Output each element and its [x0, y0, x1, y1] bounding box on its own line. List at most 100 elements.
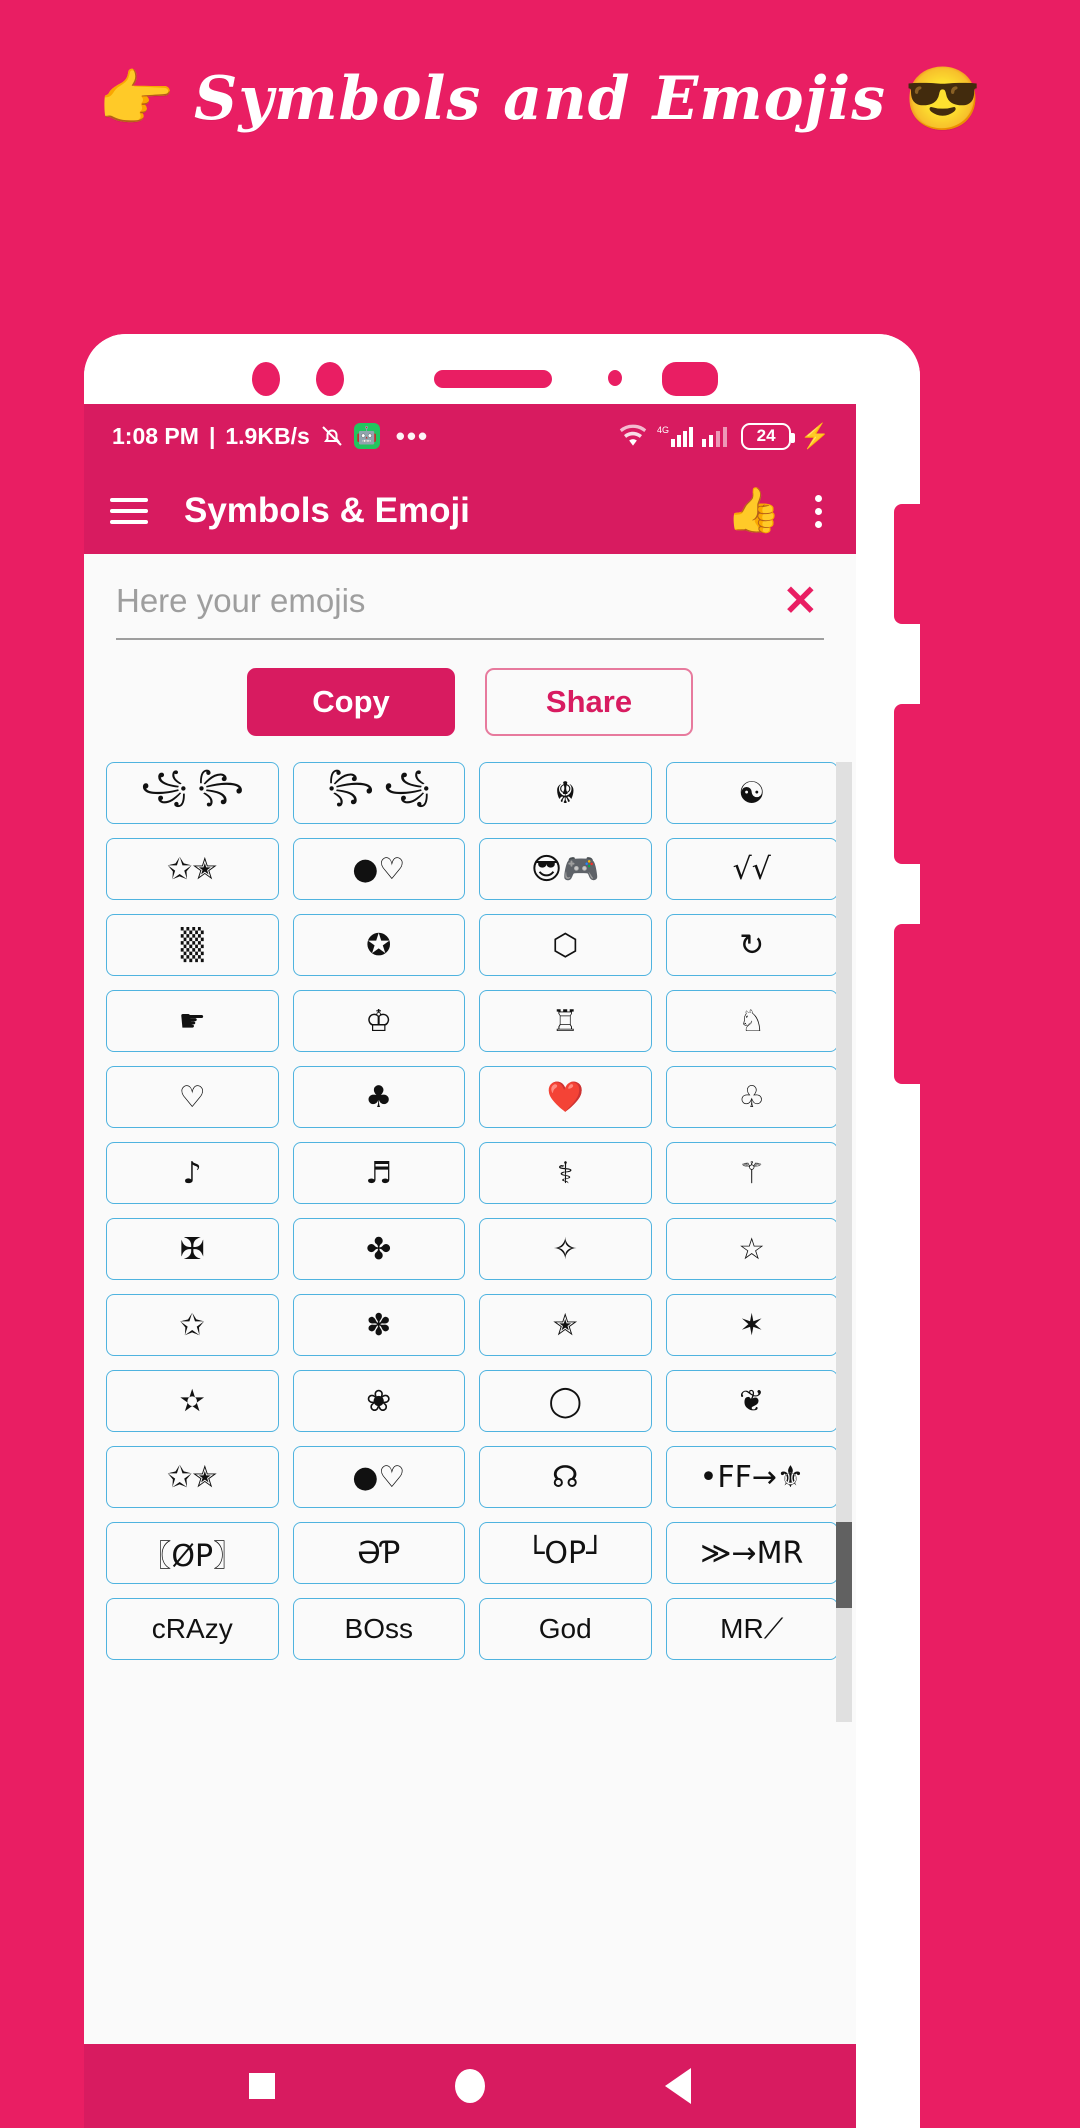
symbol-cell[interactable]: ▒ [106, 914, 279, 976]
symbol-cell[interactable]: ✧ [479, 1218, 652, 1280]
android-icon: 🤖 [353, 423, 380, 449]
promo-title-text: Symbols and Emojis [194, 64, 886, 134]
android-nav-bar [84, 2044, 856, 2128]
symbol-cell[interactable]: ♬ [292, 1142, 465, 1204]
symbol-cell[interactable]: ❀ [292, 1370, 465, 1432]
symbol-cell[interactable]: ≫→MR [665, 1522, 838, 1584]
symbol-cell[interactable]: •FF→⚜ [665, 1446, 838, 1508]
symbol-cell[interactable]: 〖ØP〗 [106, 1522, 279, 1584]
phone-mockup: 1:08 PM | 1.9KB/s 🤖 ••• 4G 24 ⚡ Symbols … [84, 334, 920, 2128]
action-buttons: Copy Share [84, 640, 856, 762]
side-button-notch-2 [894, 704, 920, 864]
app-bar: Symbols & Emoji 👍 [84, 468, 856, 554]
symbol-cell[interactable]: ♖ [479, 990, 652, 1052]
symbol-cell[interactable]: ✽ [292, 1294, 465, 1356]
battery-indicator: 24 [741, 422, 796, 450]
symbol-cell[interactable]: ↻ [665, 914, 838, 976]
symbol-cell[interactable]: ✫ [106, 1370, 279, 1432]
svg-text:4G: 4G [657, 425, 669, 435]
symbol-cell[interactable]: ✩✭ [106, 838, 279, 900]
symbol-cell[interactable]: BOss [292, 1598, 465, 1660]
promo-title: 👉 Symbols and Emojis 😎 [98, 62, 982, 136]
status-bar: 1:08 PM | 1.9KB/s 🤖 ••• 4G 24 ⚡ [84, 404, 856, 468]
symbol-cell[interactable]: God [479, 1598, 652, 1660]
symbol-cell[interactable]: ✪ [292, 914, 465, 976]
symbol-cell[interactable]: ✶ [665, 1294, 838, 1356]
symbol-cell[interactable]: ☆ [665, 1218, 838, 1280]
charging-icon: ⚡ [800, 422, 830, 450]
symbol-cell[interactable]: ●♡ [292, 1446, 465, 1508]
promo-banner: 👉 Symbols and Emojis 😎 [0, 0, 1080, 330]
symbol-cell[interactable]: ♣ [292, 1066, 465, 1128]
clear-icon[interactable]: ✕ [777, 580, 824, 622]
symbol-cell[interactable]: ƏƤ [292, 1522, 465, 1584]
signal-bars-icon [702, 423, 732, 449]
earpiece-speaker-icon [434, 370, 552, 388]
sunglasses-face-icon: 😎 [903, 62, 983, 135]
copy-button[interactable]: Copy [247, 668, 455, 736]
symbol-grid-container: ꧁ ꧂ ꧂ ꧁ ☬ ☯ ✩✭ ●♡ 😎🎮 √√ ▒ ✪ ⬡ ↻ ☛ ♔ ♖ ♘ ♡ ♣ ❤️ ♧ ♪ ♬ ⚕ ⚚ ✠ ✤ ✧ ☆ ✩ ✽ ✭… [84, 762, 856, 1722]
phone-right-body [856, 404, 920, 2128]
symbol-cell[interactable]: ☛ [106, 990, 279, 1052]
share-button[interactable]: Share [485, 668, 693, 736]
symbol-cell[interactable]: ꧂ ꧁ [292, 762, 465, 824]
symbol-cell[interactable]: ♘ [665, 990, 838, 1052]
mute-icon [320, 424, 344, 448]
phone-top-bezel [84, 334, 920, 404]
symbol-cell[interactable]: ⚚ [665, 1142, 838, 1204]
kebab-icon[interactable] [805, 491, 832, 532]
symbol-cell[interactable]: 😎🎮 [479, 838, 652, 900]
hamburger-icon[interactable] [110, 498, 148, 524]
symbol-cell[interactable]: ✤ [292, 1218, 465, 1280]
symbol-cell[interactable]: ♧ [665, 1066, 838, 1128]
status-overflow-dots: ••• [395, 420, 430, 451]
symbol-cell[interactable]: ☊ [479, 1446, 652, 1508]
symbol-cell[interactable]: √√ [665, 838, 838, 900]
symbol-cell[interactable]: ⬡ [479, 914, 652, 976]
symbol-cell[interactable]: ◯ [479, 1370, 652, 1432]
sensor-dot-icon [608, 370, 622, 386]
pointing-hand-icon: 👉 [97, 62, 176, 135]
search-section: ✕ [84, 554, 856, 640]
page-title: Symbols & Emoji [184, 491, 470, 530]
front-camera-icon [662, 362, 718, 396]
symbol-cell[interactable]: ✠ [106, 1218, 279, 1280]
status-network-speed: 1.9KB/s [225, 422, 310, 449]
symbol-cell[interactable]: ❦ [665, 1370, 838, 1432]
symbol-cell[interactable]: └OP┘ [479, 1522, 652, 1584]
symbol-cell[interactable]: cRAzy [106, 1598, 279, 1660]
symbol-cell[interactable]: ♔ [292, 990, 465, 1052]
symbol-cell[interactable]: ⚕ [479, 1142, 652, 1204]
bezel-dot-2-icon [316, 362, 344, 396]
symbol-cell[interactable]: ☯ [665, 762, 838, 824]
status-bar-left: 1:08 PM | 1.9KB/s 🤖 ••• [112, 421, 429, 452]
symbol-cell[interactable]: ☬ [479, 762, 652, 824]
recents-square-icon[interactable] [249, 2073, 275, 2099]
symbol-cell[interactable]: ●♡ [292, 838, 465, 900]
search-input[interactable] [116, 582, 777, 620]
symbol-cell[interactable]: MR⟋ [665, 1598, 838, 1660]
status-bar-right: 4G 24 ⚡ [618, 422, 830, 451]
search-row: ✕ [116, 580, 824, 640]
back-triangle-icon[interactable] [665, 2068, 691, 2104]
symbol-cell[interactable]: ✭ [479, 1294, 652, 1356]
symbol-cell[interactable]: ✩ [106, 1294, 279, 1356]
side-button-notch-1 [894, 504, 920, 624]
symbol-cell[interactable]: ❤️ [479, 1066, 652, 1128]
symbol-cell[interactable]: ꧁ ꧂ [106, 762, 279, 824]
signal-4g-icon: 4G [657, 423, 694, 449]
thumbs-up-icon[interactable]: 👍 [726, 489, 781, 533]
status-time: 1:08 PM [112, 422, 199, 449]
phone-screen: 1:08 PM | 1.9KB/s 🤖 ••• 4G 24 ⚡ Symbols … [84, 404, 856, 2128]
symbol-cell[interactable]: ♡ [106, 1066, 279, 1128]
symbol-cell[interactable]: ✩✭ [106, 1446, 279, 1508]
battery-level: 24 [756, 426, 776, 445]
status-separator: | [208, 422, 216, 449]
side-button-notch-3 [894, 924, 920, 1084]
symbol-cell[interactable]: ♪ [106, 1142, 279, 1204]
bezel-dot-1-icon [252, 362, 280, 396]
wifi-icon [618, 424, 648, 448]
scrollbar-thumb[interactable] [836, 1522, 852, 1608]
home-circle-icon[interactable] [455, 2069, 485, 2103]
symbol-grid: ꧁ ꧂ ꧂ ꧁ ☬ ☯ ✩✭ ●♡ 😎🎮 √√ ▒ ✪ ⬡ ↻ ☛ ♔ ♖ ♘ ♡ ♣ ❤️ ♧ ♪ ♬ ⚕ ⚚ ✠ ✤ ✧ ☆ ✩ ✽ ✭… [106, 762, 838, 1660]
